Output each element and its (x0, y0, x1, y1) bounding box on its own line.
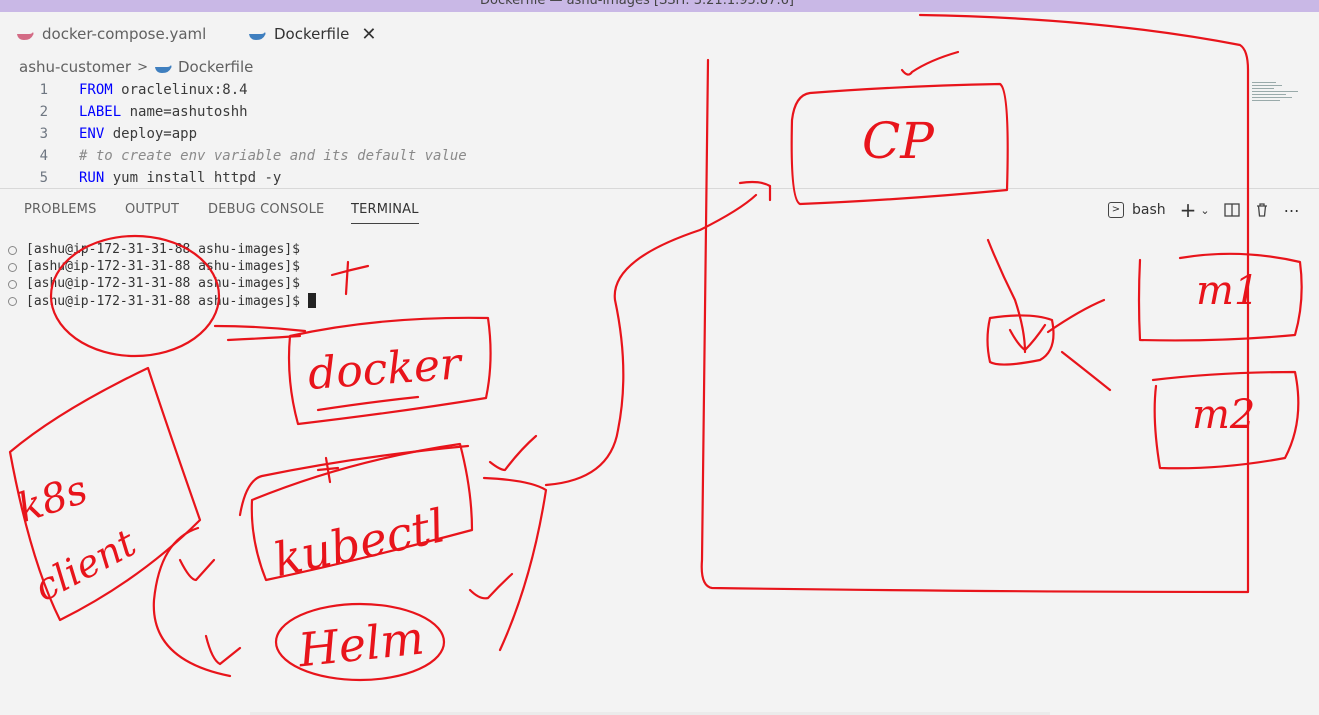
keyword: FROM (79, 82, 113, 98)
code-text: deploy=app (104, 126, 198, 142)
terminal-prompt: [ashu@ip-172-31-31-88 ashu-images]$ (26, 242, 300, 257)
terminal-line: [ashu@ip-172-31-31-88 ashu-images]$ (0, 293, 316, 310)
k8s-label: k8s (12, 467, 93, 532)
breadcrumb-folder[interactable]: ashu-customer (19, 58, 131, 76)
docker-label: docker (306, 338, 465, 400)
terminal-selector[interactable]: > bash (1108, 202, 1166, 218)
line-number: 1 (39, 82, 48, 98)
tab-output[interactable]: OUTPUT (125, 202, 179, 217)
window-title: Dockerfile — ashu-images [SSH: 3.21.1.95… (480, 0, 794, 8)
command-decoration-icon (8, 297, 17, 306)
client-label: client (27, 520, 144, 610)
terminal-cursor (307, 293, 316, 308)
terminal-prompt: [ashu@ip-172-31-31-88 ashu-images]$ (26, 259, 300, 274)
code-line: 3 ENV deploy=app (0, 126, 700, 148)
chevron-right-icon: > (137, 59, 148, 75)
editor-tab-bar: docker-compose.yaml Dockerfile ✕ (0, 12, 1319, 56)
docker-icon (249, 32, 266, 40)
code-editor[interactable]: 1 FROM oraclelinux:8.4 2 LABEL name=ashu… (0, 80, 1319, 188)
tab-dockerfile[interactable]: Dockerfile ✕ (236, 12, 389, 56)
keyword: RUN (79, 170, 105, 186)
title-bar: Dockerfile — ashu-images [SSH: 3.21.1.95… (0, 0, 1319, 12)
tab-docker-compose[interactable]: docker-compose.yaml (16, 12, 206, 56)
line-number: 5 (39, 170, 48, 186)
docker-icon (154, 65, 172, 73)
tab-terminal[interactable]: TERMINAL (351, 202, 419, 224)
terminal-prompt: [ashu@ip-172-31-31-88 ashu-images]$ (26, 276, 300, 291)
code-line: 1 FROM oraclelinux:8.4 (0, 82, 700, 104)
plus-icon: + (1179, 198, 1197, 222)
shell-name: bash (1132, 202, 1166, 218)
split-icon (1223, 203, 1240, 217)
terminal-line: [ashu@ip-172-31-31-88 ashu-images]$ (0, 259, 300, 276)
code-text: oraclelinux:8.4 (112, 82, 248, 98)
command-decoration-icon (8, 263, 17, 272)
terminal-line: [ashu@ip-172-31-31-88 ashu-images]$ (0, 242, 300, 259)
terminal-icon: > (1108, 202, 1124, 218)
more-actions-icon[interactable]: ⋯ (1284, 201, 1300, 220)
tab-problems[interactable]: PROBLEMS (24, 202, 97, 217)
code-text: name=ashutoshh (121, 104, 248, 120)
trash-icon (1256, 203, 1267, 217)
keyword: LABEL (79, 104, 122, 120)
line-number: 4 (39, 148, 48, 164)
tab-label: docker-compose.yaml (42, 25, 207, 43)
code-line: 4 # to create env variable and its defau… (0, 148, 700, 170)
tab-label: Dockerfile (274, 25, 350, 43)
command-decoration-icon (8, 280, 17, 289)
code-line: 2 LABEL name=ashutoshh (0, 104, 700, 126)
minimap[interactable] (1252, 82, 1302, 110)
command-decoration-icon (8, 246, 17, 255)
tab-debug-console[interactable]: DEBUG CONSOLE (208, 202, 324, 217)
close-icon[interactable]: ✕ (361, 24, 376, 45)
new-terminal-button[interactable]: + ⌄ (1180, 198, 1210, 222)
split-terminal-button[interactable] (1223, 202, 1240, 218)
kill-terminal-button[interactable] (1254, 202, 1270, 218)
breadcrumb: ashu-customer > Dockerfile (19, 58, 253, 76)
line-number: 2 (39, 104, 48, 120)
docker-icon (17, 32, 34, 40)
code-text: yum install httpd -y (104, 170, 282, 186)
m1-label: m1 (1196, 268, 1259, 314)
panel-divider[interactable] (0, 188, 1319, 189)
helm-label: Helm (295, 610, 427, 677)
terminal-output[interactable]: [ashu@ip-172-31-31-88 ashu-images]$ [ash… (0, 242, 316, 310)
line-number: 3 (39, 126, 48, 142)
terminal-line: [ashu@ip-172-31-31-88 ashu-images]$ (0, 276, 300, 293)
breadcrumb-file[interactable]: Dockerfile (178, 58, 253, 76)
keyword: ENV (79, 126, 105, 142)
terminal-prompt: [ashu@ip-172-31-31-88 ashu-images]$ (26, 294, 300, 309)
kubectl-label: kubectl (269, 498, 450, 587)
chevron-down-icon: ⌄ (1200, 203, 1210, 217)
m2-label: m2 (1192, 392, 1255, 438)
panel-actions: > bash + ⌄ ⋯ (1108, 196, 1314, 224)
code-comment: # to create env variable and its default… (79, 148, 467, 164)
